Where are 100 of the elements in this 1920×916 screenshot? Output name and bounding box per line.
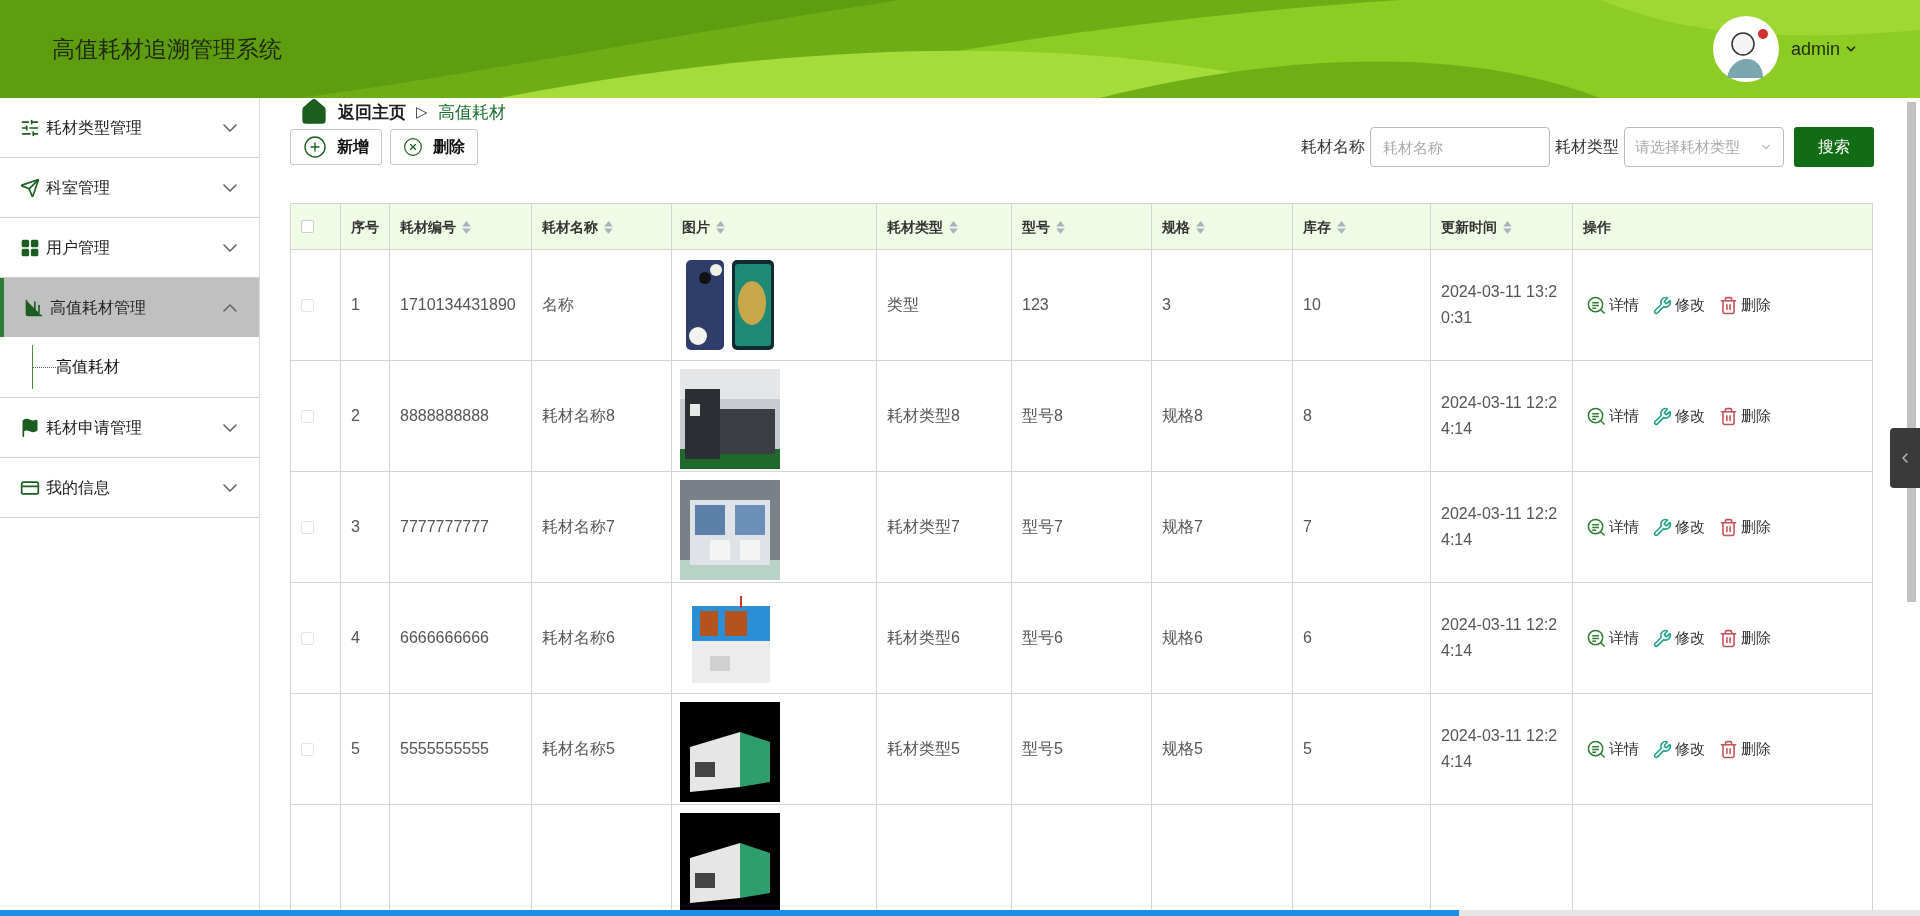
table-cell: 5 xyxy=(351,740,360,757)
checkbox[interactable] xyxy=(301,520,314,534)
search-detail-icon xyxy=(1587,739,1606,759)
table-cell: 4 xyxy=(351,629,360,646)
table-cell: 8888888888 xyxy=(400,407,489,424)
table-cell: 规格6 xyxy=(1162,629,1203,646)
table-cell: 型号8 xyxy=(1022,407,1063,424)
column-header: 规格 xyxy=(1162,217,1190,237)
checkbox[interactable] xyxy=(301,631,314,645)
table-cell: 7 xyxy=(1303,518,1312,535)
checkbox[interactable] xyxy=(301,409,314,423)
sliders-icon xyxy=(20,117,40,138)
delete-link[interactable]: 删除 xyxy=(1719,515,1771,539)
chevron-icon xyxy=(223,422,237,433)
sort-icon[interactable] xyxy=(1196,220,1205,234)
table-cell: 2024-03-11 12:24:14 xyxy=(1441,505,1558,548)
table-cell: 2024-03-11 12:24:14 xyxy=(1441,616,1558,659)
trash-icon xyxy=(1719,406,1738,426)
paper-plane-icon xyxy=(20,177,40,198)
chevron-icon xyxy=(223,302,237,313)
table-cell: 耗材类型7 xyxy=(887,518,960,535)
column-header: 图片 xyxy=(682,217,710,237)
breadcrumb-current: 高值耗材 xyxy=(438,101,506,124)
tools-icon xyxy=(1653,517,1672,537)
trash-icon xyxy=(1719,628,1738,648)
table-cell: 耗材名称5 xyxy=(542,740,615,757)
table-cell: 5555555555 xyxy=(400,740,489,757)
sort-icon[interactable] xyxy=(716,220,725,234)
table-cell: 6666666666 xyxy=(400,629,489,646)
table-cell: 6 xyxy=(1303,629,1312,646)
table-cell: 2024-03-11 12:24:14 xyxy=(1441,727,1558,770)
flag-icon xyxy=(20,417,40,438)
collapse-handle[interactable] xyxy=(1890,428,1920,488)
table-cell: 耗材类型6 xyxy=(887,629,960,646)
edit-link[interactable]: 修改 xyxy=(1653,293,1705,317)
detail-link[interactable]: 详情 xyxy=(1587,626,1639,650)
table-cell: 规格7 xyxy=(1162,518,1203,535)
sort-icon[interactable] xyxy=(1337,220,1346,234)
table-cell: 2024-03-11 13:20:31 xyxy=(1441,283,1558,326)
table-cell: 2024-03-11 12:24:14 xyxy=(1441,394,1558,437)
search-detail-icon xyxy=(1587,295,1606,315)
chevron-icon xyxy=(223,482,237,493)
edit-link[interactable]: 修改 xyxy=(1653,404,1705,428)
avatar[interactable] xyxy=(1712,16,1779,82)
checkbox[interactable] xyxy=(301,220,314,233)
table-cell: 类型 xyxy=(887,296,919,313)
edit-link[interactable]: 修改 xyxy=(1653,515,1705,539)
user-menu[interactable]: admin xyxy=(1790,35,1858,63)
plus-icon xyxy=(303,135,327,159)
chevron-icon xyxy=(223,242,237,253)
sidebar-item[interactable]: 高值耗材管理 xyxy=(0,278,259,337)
sidebar-subitem[interactable]: 高值耗材 xyxy=(56,355,120,379)
home-icon[interactable] xyxy=(300,98,328,127)
app-title: 高值耗材追溯管理系统 xyxy=(52,34,282,64)
checkbox[interactable] xyxy=(301,298,314,312)
sort-icon[interactable] xyxy=(1056,220,1065,234)
edit-link[interactable]: 修改 xyxy=(1653,737,1705,761)
table-cell: 5 xyxy=(1303,740,1312,757)
bar-chart-icon xyxy=(24,297,44,318)
detail-link[interactable]: 详情 xyxy=(1587,404,1639,428)
grid-icon xyxy=(20,237,40,258)
table-cell: 型号5 xyxy=(1022,740,1063,757)
table-cell: 2 xyxy=(351,407,360,424)
chevron-icon xyxy=(223,122,237,133)
table-cell: 7777777777 xyxy=(400,518,489,535)
table-cell: 名称 xyxy=(542,296,574,313)
sort-icon[interactable] xyxy=(462,220,471,234)
delete-link[interactable]: 删除 xyxy=(1719,626,1771,650)
detail-link[interactable]: 详情 xyxy=(1587,737,1639,761)
search-detail-icon xyxy=(1587,517,1606,537)
table-cell: 3 xyxy=(1162,296,1171,313)
detail-link[interactable]: 详情 xyxy=(1587,293,1639,317)
delete-link[interactable]: 删除 xyxy=(1719,293,1771,317)
table-cell: 型号7 xyxy=(1022,518,1063,535)
column-header: 型号 xyxy=(1022,217,1050,237)
column-header: 耗材编号 xyxy=(400,217,456,237)
name-input-field[interactable]: 耗材名称 xyxy=(1370,127,1550,167)
delete-link[interactable]: 删除 xyxy=(1719,737,1771,761)
column-header: 操作 xyxy=(1583,217,1611,237)
search-detail-icon xyxy=(1587,628,1606,648)
checkbox[interactable] xyxy=(301,742,314,756)
tools-icon xyxy=(1653,406,1672,426)
add-button[interactable]: 新增 xyxy=(290,129,382,165)
detail-link[interactable]: 详情 xyxy=(1587,515,1639,539)
column-header: 库存 xyxy=(1303,217,1331,237)
table-cell: 耗材类型5 xyxy=(887,740,960,757)
delete-button[interactable]: 删除 xyxy=(390,129,478,165)
delete-link[interactable]: 删除 xyxy=(1719,404,1771,428)
home-link[interactable]: 返回主页 xyxy=(338,99,406,126)
edit-link[interactable]: 修改 xyxy=(1653,626,1705,650)
table-cell: 8 xyxy=(1303,407,1312,424)
sort-icon[interactable] xyxy=(604,220,613,234)
sort-icon[interactable] xyxy=(1503,220,1512,234)
table-cell: 1 xyxy=(351,296,360,313)
trash-icon xyxy=(1719,295,1738,315)
table-cell: 1710134431890 xyxy=(400,296,516,313)
search-button[interactable]: 搜索 xyxy=(1794,127,1874,167)
sort-icon[interactable] xyxy=(949,220,958,234)
table-cell: 型号6 xyxy=(1022,629,1063,646)
search-detail-icon xyxy=(1587,406,1606,426)
